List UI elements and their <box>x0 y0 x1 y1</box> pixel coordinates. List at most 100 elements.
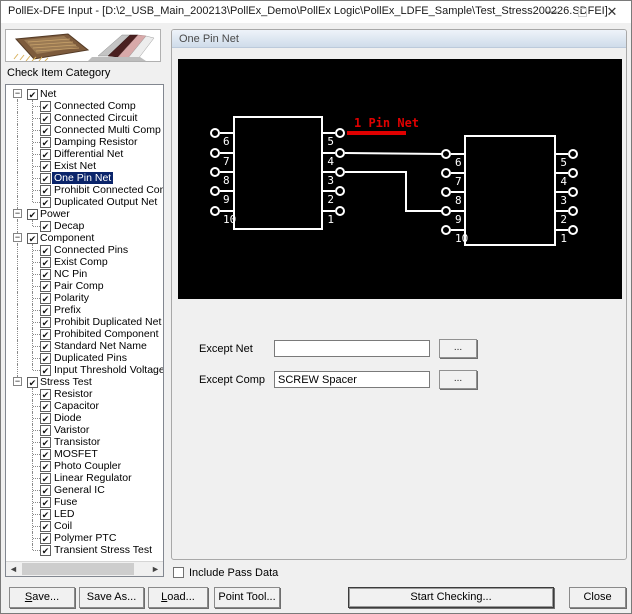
start-checking-button[interactable]: Start Checking... <box>348 587 554 608</box>
tree-item-connected-multi-comp[interactable]: ✔ Connected Multi Comp <box>6 124 163 136</box>
item-checkbox[interactable]: ✔ <box>40 257 51 268</box>
tree-item-label[interactable]: Photo Coupler <box>52 460 123 472</box>
item-checkbox[interactable]: ✔ <box>27 89 38 100</box>
tree-item-label[interactable]: LED <box>52 508 76 520</box>
save-button[interactable]: Save... <box>9 587 75 608</box>
item-checkbox[interactable]: ✔ <box>40 161 51 172</box>
tree-item-prohibit-connected-comp[interactable]: ✔ Prohibit Connected Comp <box>6 184 163 196</box>
tree-horizontal-scrollbar[interactable]: ◄ ► <box>6 561 163 576</box>
minimize-button[interactable]: — <box>537 1 567 23</box>
collapse-toggle-icon[interactable]: − <box>13 233 22 242</box>
item-checkbox[interactable]: ✔ <box>40 341 51 352</box>
tree-item-label[interactable]: Prohibit Connected Comp <box>52 184 163 196</box>
item-checkbox[interactable]: ✔ <box>40 305 51 316</box>
tree-item-diode[interactable]: ✔ Diode <box>6 412 163 424</box>
tree-item-connected-circuit[interactable]: ✔ Connected Circuit <box>6 112 163 124</box>
item-checkbox[interactable]: ✔ <box>40 293 51 304</box>
tree-item-exist-comp[interactable]: ✔ Exist Comp <box>6 256 163 268</box>
tree-item-general-ic[interactable]: ✔ General IC <box>6 484 163 496</box>
tree-item-label[interactable]: Connected Comp <box>52 100 138 112</box>
scrollbar-thumb[interactable] <box>22 563 134 575</box>
tree-item-connected-pins[interactable]: ✔ Connected Pins <box>6 244 163 256</box>
item-checkbox[interactable]: ✔ <box>40 533 51 544</box>
item-checkbox[interactable]: ✔ <box>40 365 51 376</box>
item-checkbox[interactable]: ✔ <box>40 113 51 124</box>
tree-item-coil[interactable]: ✔ Coil <box>6 520 163 532</box>
tree-item-one-pin-net[interactable]: ✔ One Pin Net <box>6 172 163 184</box>
item-checkbox[interactable]: ✔ <box>40 497 51 508</box>
collapse-toggle-icon[interactable]: − <box>13 89 22 98</box>
tree-item-polarity[interactable]: ✔ Polarity <box>6 292 163 304</box>
tree-item-label[interactable]: Prefix <box>52 304 83 316</box>
tree-item-label[interactable]: Standard Net Name <box>52 340 149 352</box>
tree-item-polymer-ptc[interactable]: ✔ Polymer PTC <box>6 532 163 544</box>
tree-item-label[interactable]: Polarity <box>52 292 91 304</box>
tree-item-duplicated-output-net[interactable]: ✔ Duplicated Output Net <box>6 196 163 208</box>
point-tool-button[interactable]: Point Tool... <box>214 587 280 608</box>
tree-item-label[interactable]: Polymer PTC <box>52 532 118 544</box>
item-checkbox[interactable]: ✔ <box>40 425 51 436</box>
tree-item-label[interactable]: Connected Circuit <box>52 112 139 124</box>
tree-item-led[interactable]: ✔ LED <box>6 508 163 520</box>
item-checkbox[interactable]: ✔ <box>40 137 51 148</box>
tree-item-differential-net[interactable]: ✔ Differential Net <box>6 148 163 160</box>
close-dialog-button[interactable]: Close <box>569 587 626 608</box>
item-checkbox[interactable]: ✔ <box>40 125 51 136</box>
tree-item-label[interactable]: One Pin Net <box>52 172 114 184</box>
tree-item-resistor[interactable]: ✔ Resistor <box>6 388 163 400</box>
item-checkbox[interactable]: ✔ <box>40 401 51 412</box>
tree-item-label[interactable]: Fuse <box>52 496 79 508</box>
item-checkbox[interactable]: ✔ <box>27 233 38 244</box>
tree-item-label[interactable]: Connected Pins <box>52 244 130 256</box>
tree-item-label[interactable]: Resistor <box>52 388 95 400</box>
tree-item-label[interactable]: Linear Regulator <box>52 472 134 484</box>
close-button[interactable]: ✕ <box>597 1 627 23</box>
load-button[interactable]: Load... <box>148 587 208 608</box>
tree-item-label[interactable]: Diode <box>52 412 83 424</box>
except-net-browse-button[interactable]: ... <box>439 339 477 358</box>
tree-item-label[interactable]: Component <box>38 232 96 244</box>
item-checkbox[interactable]: ✔ <box>40 245 51 256</box>
tree-item-label[interactable]: Power <box>38 208 72 220</box>
tree-item-label[interactable]: Duplicated Output Net <box>52 196 159 208</box>
item-checkbox[interactable]: ✔ <box>40 353 51 364</box>
tree-item-linear-regulator[interactable]: ✔ Linear Regulator <box>6 472 163 484</box>
maximize-button[interactable] <box>567 1 597 23</box>
scroll-right-icon[interactable]: ► <box>148 562 163 576</box>
tree-item-label[interactable]: Coil <box>52 520 74 532</box>
item-checkbox[interactable]: ✔ <box>27 209 38 220</box>
tree-item-damping-resistor[interactable]: ✔ Damping Resistor <box>6 136 163 148</box>
item-checkbox[interactable]: ✔ <box>40 485 51 496</box>
tree-item-exist-net[interactable]: ✔ Exist Net <box>6 160 163 172</box>
item-checkbox[interactable]: ✔ <box>27 377 38 388</box>
tree-item-label[interactable]: Connected Multi Comp <box>52 124 163 136</box>
tree-item-fuse[interactable]: ✔ Fuse <box>6 496 163 508</box>
item-checkbox[interactable]: ✔ <box>40 389 51 400</box>
tree-item-label[interactable]: Differential Net <box>52 148 125 160</box>
tree-item-prohibited-component[interactable]: ✔ Prohibited Component <box>6 328 163 340</box>
tree-item-duplicated-pins[interactable]: ✔ Duplicated Pins <box>6 352 163 364</box>
tree-item-label[interactable]: Damping Resistor <box>52 136 139 148</box>
include-pass-data-checkbox[interactable]: Include Pass Data <box>173 567 278 579</box>
item-checkbox[interactable]: ✔ <box>40 221 51 232</box>
except-net-field[interactable] <box>274 340 430 357</box>
tree-item-label[interactable]: Decap <box>52 220 86 232</box>
tree-item-power[interactable]: − ✔ Power <box>6 208 163 220</box>
tree-item-net[interactable]: − ✔ Net <box>6 88 163 100</box>
tree-item-label[interactable]: Transient Stress Test <box>52 544 154 556</box>
tree-item-label[interactable]: Pair Comp <box>52 280 106 292</box>
item-checkbox[interactable]: ✔ <box>40 317 51 328</box>
tree-item-component[interactable]: − ✔ Component <box>6 232 163 244</box>
tree-item-label[interactable]: Prohibited Component <box>52 328 160 340</box>
except-comp-field[interactable] <box>274 371 430 388</box>
tree-item-label[interactable]: Prohibit Duplicated Net <box>52 316 163 328</box>
tree-item-label[interactable]: MOSFET <box>52 448 100 460</box>
item-checkbox[interactable]: ✔ <box>40 545 51 556</box>
item-checkbox[interactable]: ✔ <box>40 173 51 184</box>
tree-item-label[interactable]: Transistor <box>52 436 102 448</box>
collapse-toggle-icon[interactable]: − <box>13 377 22 386</box>
scroll-left-icon[interactable]: ◄ <box>6 562 21 576</box>
item-checkbox[interactable]: ✔ <box>40 197 51 208</box>
tree-item-nc-pin[interactable]: ✔ NC Pin <box>6 268 163 280</box>
tree-item-label[interactable]: Duplicated Pins <box>52 352 129 364</box>
